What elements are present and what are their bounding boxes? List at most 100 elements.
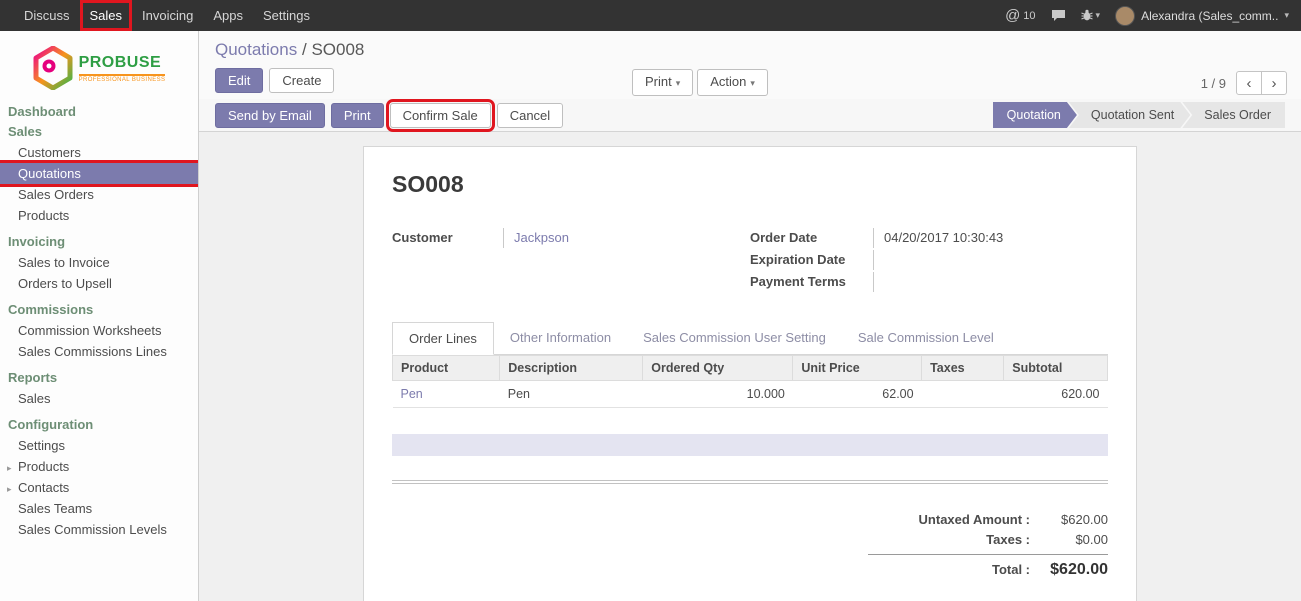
status-step-sales-order[interactable]: Sales Order [1182, 102, 1285, 128]
print-button[interactable]: Print [331, 103, 384, 128]
sidebar-item-sales-commission-levels[interactable]: Sales Commission Levels [0, 519, 198, 540]
status-step-quotation-sent[interactable]: Quotation Sent [1069, 102, 1190, 128]
messages-menu[interactable] [1051, 9, 1066, 22]
sidebar-item-quotations[interactable]: Quotations [0, 163, 198, 184]
order-lines-table: Product Description Ordered Qty Unit Pri… [392, 355, 1108, 408]
send-by-email-button[interactable]: Send by Email [215, 103, 325, 128]
action-dropdown[interactable]: Action ▾ [697, 69, 768, 96]
sidebar-item-label: Products [18, 459, 69, 474]
debug-menu[interactable]: ▾ [1081, 9, 1101, 22]
sidebar-item-commission-worksheets[interactable]: Commission Worksheets [0, 320, 198, 341]
sidebar-heading-sales[interactable]: Sales [0, 122, 198, 142]
total-label: Total : [868, 560, 1030, 580]
order-line-row[interactable]: Pen Pen 10.000 62.00 620.00 [393, 381, 1108, 408]
column-header-ordered-qty[interactable]: Ordered Qty [643, 356, 793, 381]
column-header-subtotal[interactable]: Subtotal [1004, 356, 1108, 381]
top-menu-sales[interactable]: Sales [80, 0, 133, 31]
probuse-logo[interactable]: PROBUSE PROFESSIONAL BUSINESS [0, 31, 198, 102]
print-dropdown[interactable]: Print▾ [632, 69, 693, 96]
topbar-right-cluster: @ 10 ▾ Alexandra (Sales_comm.. ▾ [1005, 6, 1301, 26]
create-button[interactable]: Create [269, 68, 334, 93]
pager: 1 / 9 ‹ › [1201, 71, 1287, 95]
untaxed-amount-label: Untaxed Amount : [868, 510, 1030, 530]
expiration-date-field-value [874, 250, 884, 270]
sidebar-item-settings[interactable]: Settings [0, 435, 198, 456]
cell-ordered-qty: 10.000 [643, 381, 793, 408]
top-menu-settings[interactable]: Settings [253, 0, 320, 31]
record-title: SO008 [392, 171, 1108, 198]
customer-field-value[interactable]: Jackpson [504, 228, 569, 248]
order-date-field-value: 04/20/2017 10:30:43 [874, 228, 1003, 248]
probuse-hexagon-icon [33, 46, 73, 90]
sidebar-item-products[interactable]: Products [0, 205, 198, 226]
pager-value: 1 / 9 [1201, 76, 1226, 91]
user-name: Alexandra (Sales_comm.. [1141, 9, 1278, 23]
top-menu-list: Discuss Sales Invoicing Apps Settings [0, 0, 320, 31]
sidebar-item-orders-to-upsell[interactable]: Orders to Upsell [0, 273, 198, 294]
control-panel: Quotations / SO008 Edit Create Print▾ Ac… [199, 31, 1301, 132]
sidebar-heading-dashboard[interactable]: Dashboard [0, 102, 198, 122]
pager-previous-button[interactable]: ‹ [1236, 71, 1262, 95]
totals-separator [392, 480, 1108, 484]
sidebar-item-sales-orders[interactable]: Sales Orders [0, 184, 198, 205]
user-menu[interactable]: Alexandra (Sales_comm.. ▾ [1115, 6, 1289, 26]
statusbar-toolbar: Send by Email Print Confirm Sale Cancel … [199, 99, 1301, 132]
taxes-label: Taxes : [868, 530, 1030, 550]
form-sheet: SO008 Customer Jackpson Order Date 04/20… [363, 146, 1137, 601]
column-header-unit-price[interactable]: Unit Price [793, 356, 922, 381]
breadcrumb-separator: / [302, 40, 307, 59]
expand-caret-icon: ▸ [7, 461, 12, 476]
column-header-taxes[interactable]: Taxes [922, 356, 1004, 381]
confirm-sale-button[interactable]: Confirm Sale [390, 103, 491, 128]
order-date-field-label: Order Date [750, 228, 874, 248]
cell-product[interactable]: Pen [393, 381, 500, 408]
chevron-down-icon: ▾ [1096, 10, 1101, 21]
sidebar-item-label: Contacts [18, 480, 69, 495]
top-menu-apps[interactable]: Apps [203, 0, 253, 31]
column-header-product[interactable]: Product [393, 356, 500, 381]
sidebar-heading-invoicing[interactable]: Invoicing [0, 232, 198, 252]
sidebar-item-config-products[interactable]: ▸ Products [0, 456, 198, 477]
total-value: $620.00 [1030, 560, 1108, 580]
totals-block: Untaxed Amount : $620.00 Taxes : $0.00 T… [868, 510, 1108, 580]
chevron-down-icon: ▾ [750, 78, 755, 88]
logo-tagline: PROFESSIONAL BUSINESS [79, 74, 166, 83]
action-dropdown-label: Action [710, 74, 746, 89]
sidebar-item-customers[interactable]: Customers [0, 142, 198, 163]
order-lines-empty-row [392, 434, 1108, 456]
sidebar: PROBUSE PROFESSIONAL BUSINESS Dashboard … [0, 31, 199, 601]
breadcrumb-quotations-link[interactable]: Quotations [215, 40, 297, 59]
top-menu-invoicing[interactable]: Invoicing [132, 0, 203, 31]
pager-next-button[interactable]: › [1261, 71, 1287, 95]
activity-menu[interactable]: @ 10 [1005, 7, 1035, 24]
tab-order-lines[interactable]: Order Lines [392, 322, 494, 355]
sidebar-heading-configuration[interactable]: Configuration [0, 415, 198, 435]
edit-button[interactable]: Edit [215, 68, 263, 93]
breadcrumb-current: SO008 [311, 40, 364, 59]
status-step-quotation[interactable]: Quotation [993, 102, 1077, 128]
chevron-down-icon: ▾ [676, 78, 681, 88]
notebook: Order Lines Other Information Sales Comm… [392, 322, 1108, 580]
chevron-down-icon: ▾ [1284, 10, 1289, 21]
activity-count-badge: 10 [1023, 10, 1035, 22]
customer-field-label: Customer [392, 228, 504, 248]
untaxed-amount-value: $620.00 [1030, 510, 1108, 530]
sidebar-item-sales-report[interactable]: Sales [0, 388, 198, 409]
column-header-description[interactable]: Description [500, 356, 643, 381]
sidebar-item-sales-teams[interactable]: Sales Teams [0, 498, 198, 519]
payment-terms-field-value [874, 272, 884, 292]
tab-sales-commission-user-setting[interactable]: Sales Commission User Setting [627, 322, 842, 354]
top-menu-discuss[interactable]: Discuss [14, 0, 80, 31]
sidebar-heading-reports[interactable]: Reports [0, 368, 198, 388]
taxes-value: $0.00 [1030, 530, 1108, 550]
sidebar-item-config-contacts[interactable]: ▸ Contacts [0, 477, 198, 498]
tab-other-information[interactable]: Other Information [494, 322, 627, 354]
sidebar-item-sales-to-invoice[interactable]: Sales to Invoice [0, 252, 198, 273]
cancel-button[interactable]: Cancel [497, 103, 563, 128]
cell-unit-price: 62.00 [793, 381, 922, 408]
content-area: SO008 Customer Jackpson Order Date 04/20… [199, 132, 1301, 601]
sidebar-item-sales-commissions-lines[interactable]: Sales Commissions Lines [0, 341, 198, 362]
tab-sale-commission-level[interactable]: Sale Commission Level [842, 322, 1010, 354]
sidebar-heading-commissions[interactable]: Commissions [0, 300, 198, 320]
top-navbar: Discuss Sales Invoicing Apps Settings @ … [0, 0, 1301, 31]
